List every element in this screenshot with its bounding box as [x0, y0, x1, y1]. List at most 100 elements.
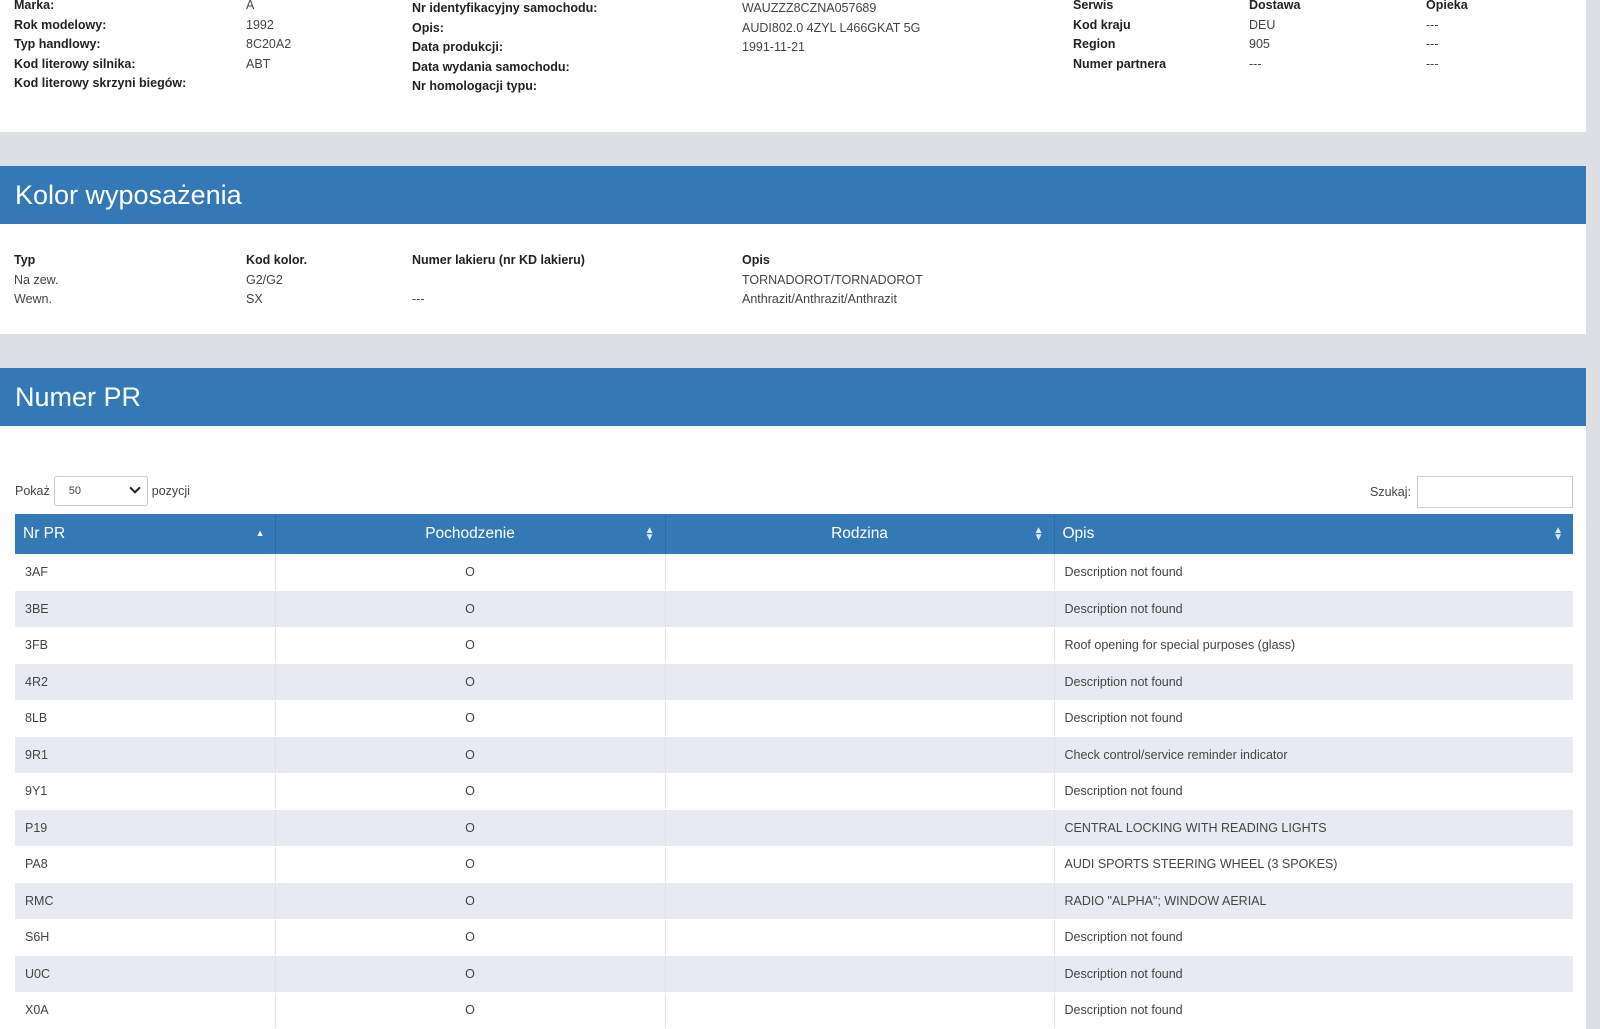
color-row2-kod: SX	[246, 292, 263, 307]
cell-rodzina	[665, 736, 1055, 774]
cell-rodzina	[665, 663, 1055, 701]
value-typ-handlowy: 8C20A2	[246, 37, 292, 52]
label-data-produkcji: Data produkcji:	[412, 40, 503, 55]
cell-nr-pr: 3BE	[15, 590, 276, 628]
label-numer-partnera: Numer partnera	[1073, 56, 1167, 71]
value-rok-modelowy: 1992	[246, 17, 274, 32]
cell-rodzina	[665, 627, 1055, 664]
value-kod-skrzyni	[246, 74, 291, 94]
pr-table: Nr PR ▲ Pochodzenie ▲ ▼ Rodzina ▲ ▼ Opis ▲…	[15, 514, 1573, 1029]
page-length-control: Pokaż 50 pozycji	[15, 476, 190, 506]
label-region: Region	[1073, 37, 1116, 52]
cell-rodzina	[665, 554, 1055, 591]
sort-ascending-icon: ▲	[255, 528, 265, 538]
value-region: 905	[1249, 37, 1270, 52]
color-row1-kod: G2/G2	[246, 272, 283, 287]
label-kod-silnika: Kod literowy silnika:	[14, 56, 136, 71]
cell-opis: Description not found	[1054, 992, 1573, 1029]
cell-nr-pr: X0A	[15, 992, 276, 1029]
value-numer-partnera: ---	[1249, 56, 1262, 71]
cell-rodzina	[665, 992, 1055, 1029]
cell-pochodzenie: O	[275, 882, 666, 920]
cell-opis: Description not found	[1054, 663, 1573, 701]
pr-table-body: 3AF O Description not found 3BE O Descriptio…	[15, 554, 1573, 1029]
value-opis: AUDI802.0 4ZYL L466GKAT 5G	[742, 20, 921, 35]
value-vin: WAUZZZ8CZNA057689	[742, 1, 877, 15]
head-dostawa: Dostawa	[1249, 0, 1301, 12]
table-row: 3BE O Description not found	[15, 590, 1573, 628]
color-row1-typ: Na zew.	[14, 272, 59, 287]
color-header-typ: Typ	[14, 253, 36, 267]
table-row: PA8 O AUDI SPORTS STEERING WHEEL (3 SPOKES…	[15, 846, 1573, 883]
cell-nr-pr: 3FB	[15, 627, 276, 664]
label-rok-modelowy: Rok modelowy:	[14, 17, 107, 32]
cell-pochodzenie: O	[275, 773, 666, 810]
search-label: Szukaj:	[1370, 485, 1411, 499]
cell-rodzina	[665, 590, 1055, 628]
vehicle-col1-labels: Marka: Rok modelowy: Typ handlowy: Kod l…	[14, 0, 186, 94]
color-col-typ: Typ Na zew. Wewn.	[14, 251, 58, 310]
table-row: 9Y1 O Description not found	[15, 773, 1573, 810]
color-header-numer: Numer lakieru (nr KD lakieru)	[412, 253, 585, 267]
column-header-pochodzenie-label: Pochodzenie	[425, 525, 515, 542]
table-row: 9R1 O Check control/service reminder indic…	[15, 736, 1573, 774]
cell-opis: Description not found	[1054, 590, 1573, 628]
cell-opis: Description not found	[1054, 955, 1573, 993]
value-opieka-kraj: ---	[1426, 17, 1439, 32]
color-row1-numer	[412, 271, 585, 291]
color-col-numer: Numer lakieru (nr KD lakieru) ---	[412, 251, 585, 310]
table-row: 8LB O Description not found	[15, 700, 1573, 737]
vehicle-col3-labels: Serwis Kod kraju Region Numer partnera	[1073, 0, 1166, 74]
table-row: 4R2 O Description not found	[15, 663, 1573, 701]
value-opieka-region: ---	[1426, 37, 1439, 52]
value-kod-silnika: ABT	[246, 56, 271, 71]
cell-rodzina	[665, 882, 1055, 920]
cell-nr-pr: 8LB	[15, 700, 276, 737]
table-row: 3AF O Description not found	[15, 554, 1573, 591]
color-col-kod: Kod kolor. G2/G2 SX	[246, 251, 307, 310]
vehicle-info-panel: Marka: Rok modelowy: Typ handlowy: Kod l…	[0, 0, 1586, 132]
cell-nr-pr: 3AF	[15, 554, 276, 591]
table-row: RMC O RADIO "ALPHA"; WINDOW AERIAL	[15, 882, 1573, 920]
color-section-panel: Typ Na zew. Wewn. Kod kolor. G2/G2 SX Nu…	[0, 224, 1586, 334]
sort-icon: ▲ ▼	[1553, 525, 1563, 543]
cell-pochodzenie: O	[275, 992, 666, 1029]
cell-pochodzenie: O	[275, 590, 666, 628]
chevron-down-icon	[129, 482, 141, 494]
column-header-pochodzenie[interactable]: Pochodzenie ▲ ▼	[275, 514, 666, 554]
entries-label: pozycji	[151, 484, 190, 498]
cell-nr-pr: 4R2	[15, 663, 276, 701]
color-row2-opis: Anthrazit/Anthrazit/Anthrazit	[742, 292, 897, 307]
cell-opis: Roof opening for special purposes (glass…	[1054, 627, 1573, 664]
color-header-opis: Opis	[742, 253, 770, 267]
pr-section-header: Numer PR	[0, 368, 1586, 426]
cell-pochodzenie: O	[275, 554, 666, 591]
label-vin: Nr identyfikacyjny samochodu:	[412, 1, 598, 15]
color-section-title: Kolor wyposażenia	[15, 180, 242, 210]
color-row1-opis: TORNADOROT/TORNADOROT	[742, 272, 923, 287]
cell-nr-pr: PA8	[15, 846, 276, 883]
cell-opis: Description not found	[1054, 554, 1573, 591]
table-row: P19 O CENTRAL LOCKING WITH READING LIGHTS	[15, 809, 1573, 847]
cell-pochodzenie: O	[275, 736, 666, 774]
label-kod-skrzyni: Kod literowy skrzyni biegów:	[14, 76, 187, 91]
column-header-nr-pr[interactable]: Nr PR ▲	[15, 514, 276, 554]
cell-nr-pr: RMC	[15, 882, 276, 920]
column-header-rodzina[interactable]: Rodzina ▲ ▼	[665, 514, 1055, 554]
cell-nr-pr: S6H	[15, 919, 276, 956]
label-marka: Marka:	[14, 0, 55, 12]
column-header-nr-pr-label: Nr PR	[23, 525, 66, 542]
pr-table-header-row: Nr PR ▲ Pochodzenie ▲ ▼ Rodzina ▲ ▼ Opis ▲…	[15, 514, 1573, 554]
value-data-wydania	[742, 58, 920, 78]
search-input[interactable]	[1417, 476, 1573, 508]
cell-nr-pr: 9R1	[15, 736, 276, 774]
color-section-header: Kolor wyposażenia	[0, 166, 1586, 224]
cell-pochodzenie: O	[275, 627, 666, 664]
column-header-opis[interactable]: Opis ▲ ▼	[1054, 514, 1573, 554]
value-kod-kraju: DEU	[1249, 17, 1276, 32]
cell-rodzina	[665, 955, 1055, 993]
cell-nr-pr: P19	[15, 809, 276, 847]
page-length-select[interactable]: 50	[53, 476, 148, 506]
cell-opis: Description not found	[1054, 773, 1573, 810]
cell-pochodzenie: O	[275, 809, 666, 847]
